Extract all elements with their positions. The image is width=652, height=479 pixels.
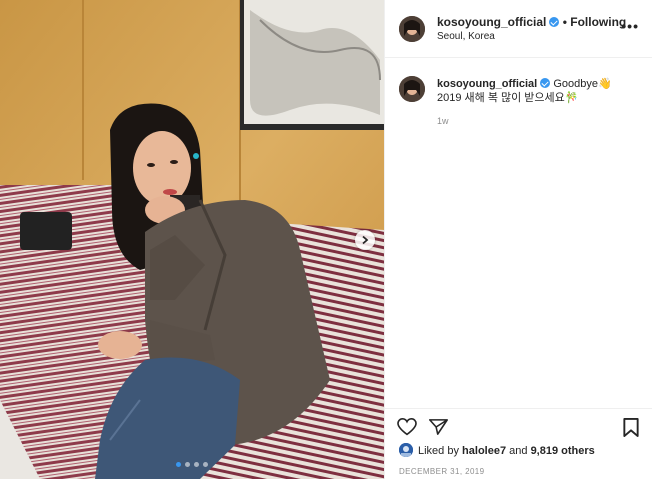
likes-summary: Liked by halolee7 and 9,819 others	[399, 443, 595, 457]
action-bar	[385, 408, 652, 444]
more-options-button[interactable]: •••	[621, 18, 639, 34]
verified-badge-icon	[540, 78, 551, 88]
username-link[interactable]: kosoyoung_official	[437, 15, 546, 29]
post-header: kosoyoung_official • Following Seoul, Ko…	[385, 0, 652, 58]
photo-scene	[0, 0, 384, 479]
verified-badge-icon	[549, 17, 560, 27]
heart-icon[interactable]	[397, 418, 417, 436]
location-link[interactable]: Seoul, Korea	[437, 31, 495, 42]
caption-username-link[interactable]: kosoyoung_official	[437, 78, 537, 90]
likes-count-link[interactable]: 9,819 others	[531, 445, 595, 457]
post-photo[interactable]	[0, 0, 384, 479]
post-date[interactable]: DECEMBER 31, 2019	[399, 467, 485, 476]
avatar[interactable]	[399, 16, 425, 42]
carousel-next-button[interactable]	[355, 230, 375, 250]
caption-avatar[interactable]	[399, 76, 425, 102]
avatar-image	[399, 16, 425, 42]
carousel-dot	[203, 462, 208, 467]
header-user-line: kosoyoung_official • Following	[437, 15, 626, 29]
chevron-right-icon	[362, 235, 369, 245]
liker-avatar[interactable]	[399, 443, 413, 457]
post-panel: kosoyoung_official • Following Seoul, Ko…	[384, 0, 652, 479]
bookmark-icon[interactable]	[623, 418, 639, 437]
wave-emoji: 👋	[597, 78, 612, 90]
caption-line-2: 2019 새해 복 많이 받으세요🎋	[437, 92, 579, 104]
carousel-dot	[185, 462, 190, 467]
likes-prefix: Liked by	[418, 445, 459, 457]
likes-middle: and	[509, 445, 528, 457]
post-caption: kosoyoung_official Goodbye👋 2019 새해 복 많이…	[437, 77, 637, 105]
caption-time[interactable]: 1w	[437, 116, 449, 126]
following-button[interactable]: Following	[570, 15, 626, 29]
follow-separator: •	[562, 15, 567, 29]
avatar-image	[399, 76, 425, 102]
caption-line-1: Goodbye	[553, 78, 598, 90]
liker-avatar-image	[399, 443, 413, 457]
carousel-dot	[194, 462, 199, 467]
paper-plane-icon[interactable]	[429, 418, 448, 436]
carousel-dot	[176, 462, 181, 467]
liker-username-link[interactable]: halolee7	[462, 445, 506, 457]
carousel-indicator	[0, 462, 384, 467]
